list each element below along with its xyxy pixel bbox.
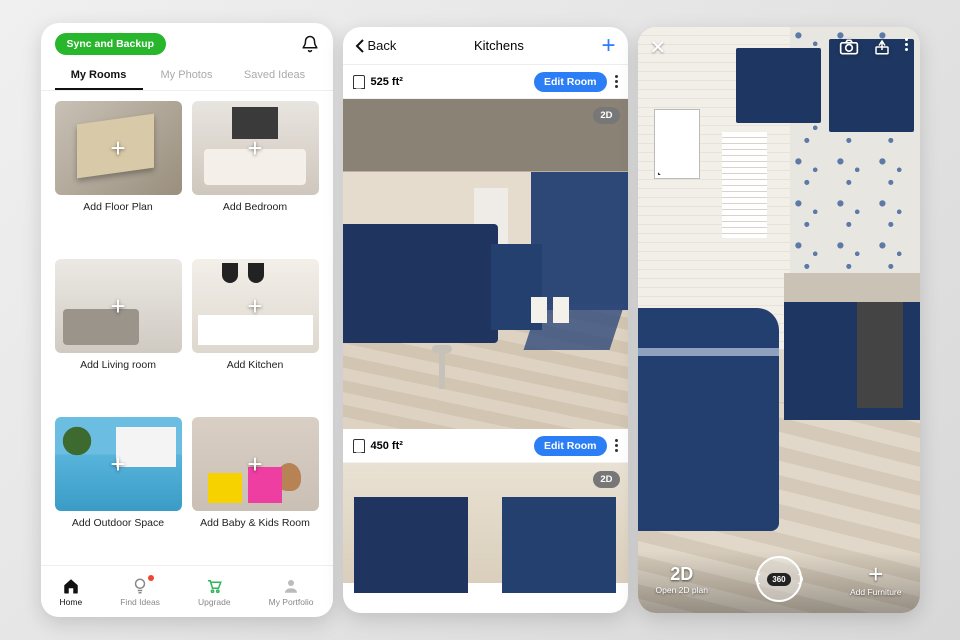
page-title: Kitchens [474, 38, 524, 53]
room-card-outdoor[interactable]: + Add Outdoor Space [55, 417, 182, 565]
nav-find-ideas[interactable]: Find Ideas [120, 577, 160, 607]
room-row: 525 ft² Edit Room 2D [343, 65, 628, 429]
close-button[interactable]: ✕ [650, 35, 667, 60]
thumb-living-room: + [55, 259, 182, 353]
open-2d-button[interactable]: 2D Open 2D plan [656, 564, 708, 595]
home-icon [62, 577, 80, 595]
badge-360: 360 [767, 573, 790, 586]
bottom-nav: Home Find Ideas Upgrade My Portfolio [41, 565, 333, 617]
chevron-left-icon [355, 39, 365, 53]
area-value: 450 ft² [371, 440, 403, 452]
room-label: Add Bedroom [223, 201, 287, 213]
nav-upgrade[interactable]: Upgrade [198, 577, 231, 607]
area-label: 450 ft² [353, 439, 403, 453]
room-card-bedroom[interactable]: + Add Bedroom [192, 101, 319, 249]
row-actions: Edit Room [534, 436, 618, 456]
room-render[interactable]: 2D [343, 463, 628, 583]
rotate-360-button[interactable]: 360 [756, 556, 802, 602]
add-room-button[interactable]: + [601, 32, 615, 60]
edit-room-button[interactable]: Edit Room [534, 72, 607, 92]
room-card-kitchen[interactable]: + Add Kitchen [192, 259, 319, 407]
phone-screen-3d-view: ✕ 2D Open 2D plan 360 + Add Furniture [638, 27, 920, 613]
tabs: My Rooms My Photos Saved Ideas [41, 61, 333, 91]
room-label: Add Baby & Kids Room [200, 517, 310, 529]
row-header: 450 ft² Edit Room [343, 429, 628, 463]
view-2d-badge[interactable]: 2D [593, 471, 619, 488]
add-icon: + [247, 291, 262, 322]
action-subtitle: Add Furniture [850, 587, 902, 597]
plus-icon: + [868, 561, 883, 587]
back-label: Back [368, 38, 397, 53]
more-menu-icon[interactable] [905, 38, 908, 56]
notification-dot [148, 575, 154, 581]
room-card-living-room[interactable]: + Add Living room [55, 259, 182, 407]
add-icon: + [110, 449, 125, 480]
top-toolbar: ✕ [638, 35, 920, 59]
room-card-kids-room[interactable]: + Add Baby & Kids Room [192, 417, 319, 565]
thumb-floor-plan: + [55, 101, 182, 195]
action-subtitle: Open 2D plan [656, 585, 708, 595]
more-menu-icon[interactable] [615, 75, 618, 88]
add-icon: + [247, 449, 262, 480]
user-icon [282, 577, 300, 595]
view-2d-badge[interactable]: 2D [593, 107, 619, 124]
cart-icon [205, 577, 223, 595]
room-label: Add Outdoor Space [72, 517, 164, 529]
row-header: 525 ft² Edit Room [343, 65, 628, 99]
thumb-kitchen: + [192, 259, 319, 353]
more-menu-icon[interactable] [615, 439, 618, 452]
lightbulb-icon [131, 577, 149, 595]
area-label: 525 ft² [353, 75, 403, 89]
nav-bar: Back Kitchens + [343, 27, 628, 65]
bookmark-icon[interactable] [353, 75, 365, 89]
thumb-bedroom: + [192, 101, 319, 195]
nav-home[interactable]: Home [60, 577, 83, 607]
room-label: Add Living room [80, 359, 156, 371]
row-actions: Edit Room [534, 72, 618, 92]
thumb-kids-room: + [192, 417, 319, 511]
room-label: Add Floor Plan [83, 201, 152, 213]
bookmark-icon[interactable] [353, 439, 365, 453]
tab-my-photos[interactable]: My Photos [143, 61, 231, 90]
tab-saved-ideas[interactable]: Saved Ideas [231, 61, 319, 90]
nav-label: Upgrade [198, 597, 231, 607]
add-furniture-button[interactable]: + Add Furniture [850, 561, 902, 597]
nav-label: Find Ideas [120, 597, 160, 607]
room-row: 450 ft² Edit Room 2D [343, 429, 628, 583]
room-render[interactable]: 2D [343, 99, 628, 429]
sync-backup-button[interactable]: Sync and Backup [55, 33, 167, 55]
thumb-outdoor: + [55, 417, 182, 511]
room-label: Add Kitchen [227, 359, 284, 371]
add-icon: + [110, 133, 125, 164]
camera-icon[interactable] [839, 38, 859, 56]
share-icon[interactable] [873, 38, 891, 56]
nav-my-portfolio[interactable]: My Portfolio [269, 577, 314, 607]
back-button[interactable]: Back [355, 38, 397, 53]
action-title: 2D [670, 564, 693, 585]
bottom-toolbar: 2D Open 2D plan 360 + Add Furniture [638, 551, 920, 613]
rooms-grid: + Add Floor Plan + Add Bedroom + Add Liv… [41, 91, 333, 565]
phone-screen-my-rooms: Sync and Backup My Rooms My Photos Saved… [41, 23, 333, 617]
notification-bell-icon[interactable] [301, 35, 319, 53]
nav-label: My Portfolio [269, 597, 314, 607]
area-value: 525 ft² [371, 76, 403, 88]
room-card-floor-plan[interactable]: + Add Floor Plan [55, 101, 182, 249]
edit-room-button[interactable]: Edit Room [534, 436, 607, 456]
tab-my-rooms[interactable]: My Rooms [55, 61, 143, 90]
rooms-list[interactable]: 525 ft² Edit Room 2D [343, 65, 628, 613]
toolbar-right [839, 38, 908, 56]
phone-screen-kitchens-list: Back Kitchens + 525 ft² Edit Room [343, 27, 628, 613]
add-icon: + [110, 291, 125, 322]
add-icon: + [247, 133, 262, 164]
room-3d-scene[interactable] [638, 27, 920, 613]
nav-label: Home [60, 597, 83, 607]
top-bar: Sync and Backup [41, 23, 333, 61]
